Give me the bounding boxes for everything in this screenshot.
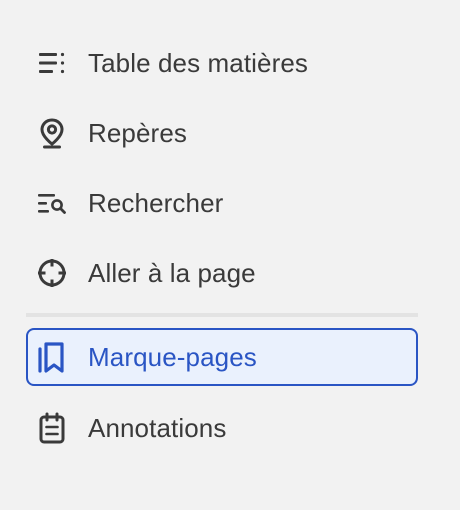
notepad-icon [36, 412, 68, 444]
bookmarks-icon [36, 341, 68, 373]
menu-item-go-to-page[interactable]: Aller à la page [26, 244, 418, 302]
menu-item-label: Aller à la page [88, 257, 256, 288]
menu-item-label: Annotations [88, 412, 227, 443]
menu-divider [26, 313, 418, 317]
menu-item-label: Table des matières [88, 47, 309, 78]
menu-item-label: Rechercher [88, 187, 224, 218]
menu-item-search[interactable]: Rechercher [26, 174, 418, 232]
crosshair-icon [36, 257, 68, 289]
menu-item-label: Repères [88, 117, 187, 148]
menu-item-table-of-contents[interactable]: Table des matières [26, 34, 418, 92]
menu-item-bookmarks[interactable]: Marque-pages [26, 328, 418, 386]
menu-item-annotations[interactable]: Annotations [26, 399, 418, 457]
location-pin-icon [36, 117, 68, 149]
menu-item-label: Marque-pages [88, 341, 257, 372]
menu-item-landmarks[interactable]: Repères [26, 104, 418, 162]
list-icon [36, 47, 68, 79]
search-list-icon [36, 187, 68, 219]
